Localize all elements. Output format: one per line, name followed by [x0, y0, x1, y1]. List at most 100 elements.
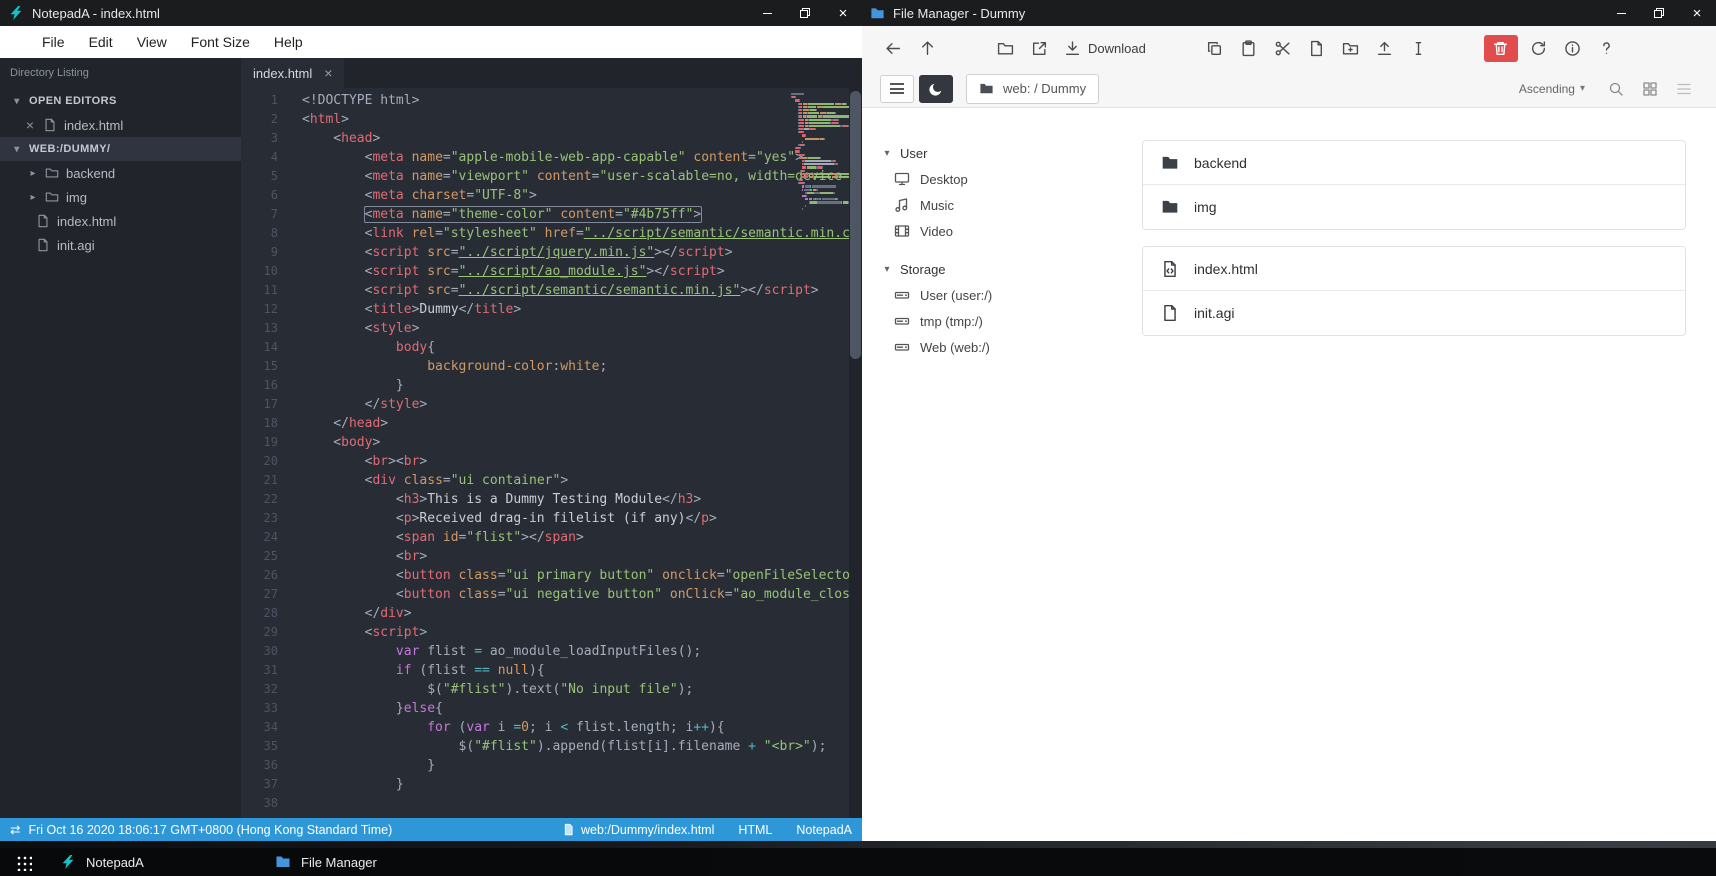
info-button[interactable] — [1560, 33, 1586, 63]
close-button[interactable]: × — [1678, 0, 1716, 26]
line-number: 31 — [263, 663, 278, 677]
list-view-button[interactable] — [1670, 75, 1698, 103]
line-number: 16 — [263, 378, 278, 392]
rename-button[interactable] — [1406, 33, 1432, 63]
grid-view-button[interactable] — [1636, 75, 1664, 103]
sidebar-item-img[interactable]: ▸ img — [0, 185, 241, 209]
copy-button[interactable] — [1202, 33, 1228, 63]
sidebar-item-tmp-tmp[interactable]: tmp (tmp:/) — [882, 308, 1112, 334]
code-editor[interactable]: 1 <!DOCTYPE html> 2 <html> 3 <head> 4 <meta n… — [241, 88, 862, 818]
minimap-line — [791, 163, 849, 166]
new-folder-button[interactable] — [1338, 33, 1364, 63]
line-number: 13 — [263, 321, 278, 335]
paste-button[interactable] — [1236, 33, 1262, 63]
rename-icon — [1410, 40, 1427, 57]
notepad-body: Directory Listing ▾ OPEN EDITORS × index.ht… — [0, 58, 862, 818]
code-text: <!DOCTYPE html> — [302, 93, 420, 108]
sidebar-item-web-web[interactable]: Web (web:/) — [882, 334, 1112, 360]
notepad-logo-icon — [60, 854, 76, 870]
upload-button[interactable] — [1372, 33, 1398, 63]
open-in-new-window-button[interactable] — [1026, 33, 1052, 63]
menu-help[interactable]: Help — [262, 26, 315, 58]
file-new-icon — [1308, 40, 1325, 57]
code-line: 1 <!DOCTYPE html> — [241, 91, 862, 110]
help-button[interactable] — [1594, 33, 1620, 63]
minimize-button[interactable] — [748, 0, 786, 26]
close-button[interactable]: × — [824, 0, 862, 26]
menu-button[interactable] — [880, 74, 914, 103]
notepad-window: NotepadA - index.html × File Edit View Font… — [0, 0, 862, 841]
breadcrumb[interactable]: web: / Dummy — [966, 73, 1100, 104]
file-row-index-html[interactable]: index.html — [1143, 247, 1685, 291]
menu-view[interactable]: View — [125, 26, 179, 58]
file-row-img[interactable]: img — [1143, 185, 1685, 229]
filemanager-titlebar: File Manager - Dummy × — [862, 0, 1716, 26]
menu-file[interactable]: File — [30, 26, 77, 58]
line-number: 20 — [263, 454, 278, 468]
minimap-line — [791, 211, 849, 213]
menu-font-size[interactable]: Font Size — [179, 26, 262, 58]
video-icon — [894, 223, 910, 239]
minimap-line — [791, 128, 849, 131]
sidebar-item-user-user[interactable]: User (user:/) — [882, 282, 1112, 308]
up-button[interactable] — [914, 33, 940, 63]
cut-button[interactable] — [1270, 33, 1296, 63]
maximize-button[interactable] — [1640, 0, 1678, 26]
minimap-line — [791, 195, 849, 198]
window-controls: × — [1602, 0, 1716, 26]
sidebar-item-desktop[interactable]: Desktop — [882, 166, 1112, 192]
restore-button[interactable] — [786, 0, 824, 26]
code-text: <button class="ui negative button" onCli… — [302, 587, 862, 602]
code-line: 20 <br><br> — [241, 452, 862, 471]
code-line: 16 } — [241, 376, 862, 395]
open-button[interactable] — [992, 33, 1018, 63]
minimap-line — [791, 185, 849, 188]
sidebar-item-init-agi[interactable]: init.agi — [0, 233, 241, 257]
scissors-icon — [1274, 40, 1291, 57]
refresh-button[interactable] — [1526, 33, 1552, 63]
line-number: 7 — [270, 207, 278, 221]
minimize-button[interactable] — [1602, 0, 1640, 26]
line-number: 26 — [263, 568, 278, 582]
matched-tag-highlight: <meta name="theme-color" content="#4b75f… — [364, 207, 702, 222]
taskbar-item-file-manager[interactable]: File Manager — [261, 848, 476, 876]
sidebar-section-web-dummy[interactable]: ▾ WEB:/DUMMY/ — [0, 137, 241, 161]
sidebar-group-user[interactable]: ▾ User — [882, 140, 1112, 166]
minimap-line — [791, 169, 849, 172]
close-editor-icon[interactable]: × — [24, 117, 36, 133]
sidebar-item-music[interactable]: Music — [882, 192, 1112, 218]
file-row-backend[interactable]: backend — [1143, 141, 1685, 185]
editor-scrollbar[interactable] — [849, 88, 862, 818]
code-line: 33 }else{ — [241, 699, 862, 718]
sort-order-dropdown[interactable]: Ascending ▾ — [1513, 78, 1591, 100]
back-button[interactable] — [880, 33, 906, 63]
menu-edit[interactable]: Edit — [77, 26, 125, 58]
sidebar-item-index-html[interactable]: index.html — [0, 209, 241, 233]
search-button[interactable] — [1602, 75, 1630, 103]
sidebar-group-storage[interactable]: ▾ Storage — [882, 256, 1112, 282]
scrollbar-thumb[interactable] — [850, 91, 861, 359]
search-icon — [1608, 81, 1624, 97]
group-label: Storage — [900, 261, 946, 277]
sidebar-section-open-editors[interactable]: ▾ OPEN EDITORS — [0, 89, 241, 113]
sidebar-item-index-html[interactable]: × index.html — [0, 113, 241, 137]
tab-index-html[interactable]: index.html × — [241, 58, 345, 88]
start-button[interactable] — [0, 848, 46, 876]
sidebar-item-video[interactable]: Video — [882, 218, 1112, 244]
sidebar-item-backend[interactable]: ▸ backend — [0, 161, 241, 185]
moon-icon — [928, 81, 944, 97]
code-text: background-color:white; — [427, 359, 608, 374]
window-title: NotepadA - index.html — [32, 5, 160, 21]
line-number: 4 — [270, 150, 278, 164]
file-row-init-agi[interactable]: init.agi — [1143, 291, 1685, 335]
tab-close-icon[interactable]: × — [324, 65, 332, 81]
notepad-titlebar: NotepadA - index.html × — [0, 0, 862, 26]
minimap-line — [791, 150, 849, 153]
dark-mode-toggle[interactable] — [919, 74, 953, 103]
new-file-button[interactable] — [1304, 33, 1330, 63]
download-button[interactable]: Download — [1060, 33, 1150, 63]
item-label: backend — [66, 165, 116, 181]
minimap[interactable] — [791, 93, 849, 818]
taskbar-item-notepada[interactable]: NotepadA — [46, 848, 261, 876]
delete-button[interactable] — [1483, 34, 1518, 62]
